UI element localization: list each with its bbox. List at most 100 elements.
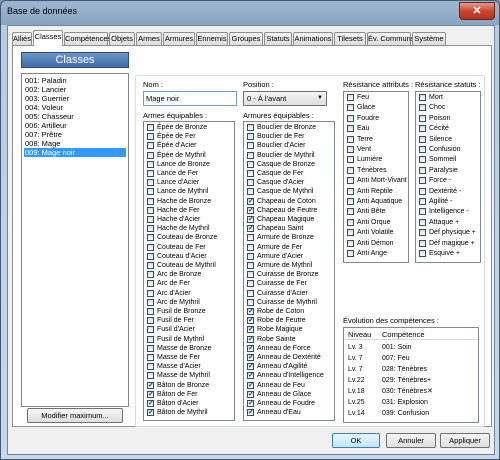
checkbox[interactable] [147, 188, 154, 196]
checkbox[interactable] [147, 243, 154, 251]
checkbox[interactable] [347, 250, 354, 257]
checkbox[interactable] [147, 197, 154, 205]
checkbox[interactable] [147, 363, 154, 371]
checkbox[interactable] [419, 208, 426, 216]
checkbox[interactable] [419, 250, 426, 257]
checkbox[interactable] [347, 208, 354, 216]
class-item[interactable]: 002: Lancier [24, 85, 126, 94]
skill-row[interactable]: Lv.22 029: Ténèbres+ [344, 376, 478, 385]
checkbox[interactable] [247, 216, 254, 223]
checkbox[interactable] [147, 170, 154, 177]
checkbox[interactable] [247, 400, 254, 407]
checkbox[interactable] [247, 188, 254, 196]
tab-12[interactable]: Système [412, 32, 446, 45]
checkbox[interactable] [247, 280, 254, 288]
checkbox[interactable] [419, 218, 426, 226]
checkbox[interactable] [247, 206, 254, 214]
checkbox[interactable] [147, 372, 154, 380]
checkbox[interactable] [419, 198, 426, 205]
cancel-button[interactable]: Annuler [386, 433, 436, 448]
checkbox[interactable] [247, 133, 254, 141]
checkbox[interactable] [147, 280, 154, 288]
checkbox[interactable] [247, 372, 254, 380]
tab-11[interactable]: Év. Communs [367, 32, 415, 45]
checkbox[interactable] [347, 156, 354, 164]
checkbox[interactable] [247, 225, 254, 233]
checkbox[interactable] [347, 125, 354, 133]
checkbox[interactable] [147, 381, 154, 389]
checkbox[interactable] [247, 151, 254, 159]
tab-0[interactable]: Alliés [12, 32, 32, 45]
close-button[interactable]: ✕ [459, 2, 495, 20]
checkbox[interactable] [247, 317, 254, 325]
checkbox[interactable] [147, 354, 154, 361]
class-item[interactable]: 007: Prêtre [24, 130, 126, 139]
armors-list[interactable]: Bouclier de Bronze Bouclier de Fer Bouclie… [243, 121, 335, 421]
apply-button[interactable]: Appliquer [440, 433, 490, 448]
position-select[interactable]: 0 - À l'avant ▼ [243, 91, 327, 106]
checkbox[interactable] [419, 229, 426, 237]
checkbox[interactable] [147, 262, 154, 269]
tab-2[interactable]: Compétences [64, 32, 111, 45]
checkbox[interactable] [147, 308, 154, 315]
checkbox[interactable] [247, 271, 254, 279]
skill-row[interactable]: Lv. 7 007: Feu [344, 354, 478, 363]
level-column-header[interactable]: Niveau [348, 330, 371, 339]
class-item[interactable]: 003: Guerrier [24, 94, 126, 103]
checkbox[interactable] [419, 94, 426, 101]
tab-1[interactable]: Classes [33, 30, 63, 46]
checkbox[interactable] [247, 170, 254, 177]
checkbox[interactable] [247, 124, 254, 131]
checkbox[interactable] [247, 160, 254, 168]
checkbox[interactable] [347, 135, 354, 143]
checkbox[interactable] [247, 409, 254, 417]
checkbox[interactable] [247, 354, 254, 361]
checkbox[interactable] [347, 198, 354, 205]
checkbox[interactable] [419, 114, 426, 122]
skill-row[interactable]: Lv.25 031: Explosion [344, 398, 478, 407]
checkbox[interactable] [247, 363, 254, 371]
checkbox[interactable] [419, 177, 426, 185]
checkbox[interactable] [147, 317, 154, 325]
checkbox[interactable] [347, 239, 354, 247]
checkbox[interactable] [147, 271, 154, 279]
checkbox[interactable] [147, 298, 154, 306]
name-input[interactable]: Mage noir [143, 91, 237, 106]
checkbox[interactable] [347, 229, 354, 237]
checkbox[interactable] [247, 326, 254, 334]
checkbox[interactable] [147, 142, 154, 150]
checkbox[interactable] [419, 187, 426, 195]
checkbox[interactable] [419, 135, 426, 143]
checkbox[interactable] [347, 104, 354, 112]
checkbox[interactable] [347, 146, 354, 153]
checkbox[interactable] [347, 114, 354, 122]
checkbox[interactable] [247, 308, 254, 315]
checkbox[interactable] [247, 289, 254, 297]
checkbox[interactable] [419, 156, 426, 164]
checkbox[interactable] [147, 133, 154, 141]
checkbox[interactable] [147, 344, 154, 352]
class-list[interactable]: 001: Paladin 002: Lancier 003: Guerrier 004… [21, 73, 129, 407]
tab-5[interactable]: Armures [163, 32, 195, 45]
skills-list[interactable]: Niveau Compétence Lv. 3 001: Soin Lv. 7 007… [343, 327, 479, 423]
tab-9[interactable]: Animations [293, 32, 333, 45]
modify-maximum-button[interactable]: Modifier maximum... [27, 408, 123, 423]
checkbox[interactable] [147, 390, 154, 398]
weapons-list[interactable]: Épée de Bronze Épée de Fer Épée d'Acier Épé… [143, 121, 235, 421]
checkbox[interactable] [347, 166, 354, 174]
checkbox[interactable] [247, 335, 254, 343]
checkbox[interactable] [247, 262, 254, 269]
checkbox[interactable] [247, 243, 254, 251]
checkbox[interactable] [247, 179, 254, 187]
checkbox[interactable] [147, 234, 154, 242]
tab-10[interactable]: Tilesets [334, 32, 366, 45]
class-item[interactable]: 008: Mage [24, 139, 126, 148]
checkbox[interactable] [147, 400, 154, 407]
checkbox[interactable] [419, 166, 426, 174]
tab-8[interactable]: Statuts [264, 32, 292, 45]
class-item[interactable]: 005: Chasseur [24, 112, 126, 121]
checkbox[interactable] [147, 160, 154, 168]
checkbox[interactable] [147, 124, 154, 131]
checkbox[interactable] [147, 289, 154, 297]
class-item[interactable]: 004: Voleur [24, 103, 126, 112]
